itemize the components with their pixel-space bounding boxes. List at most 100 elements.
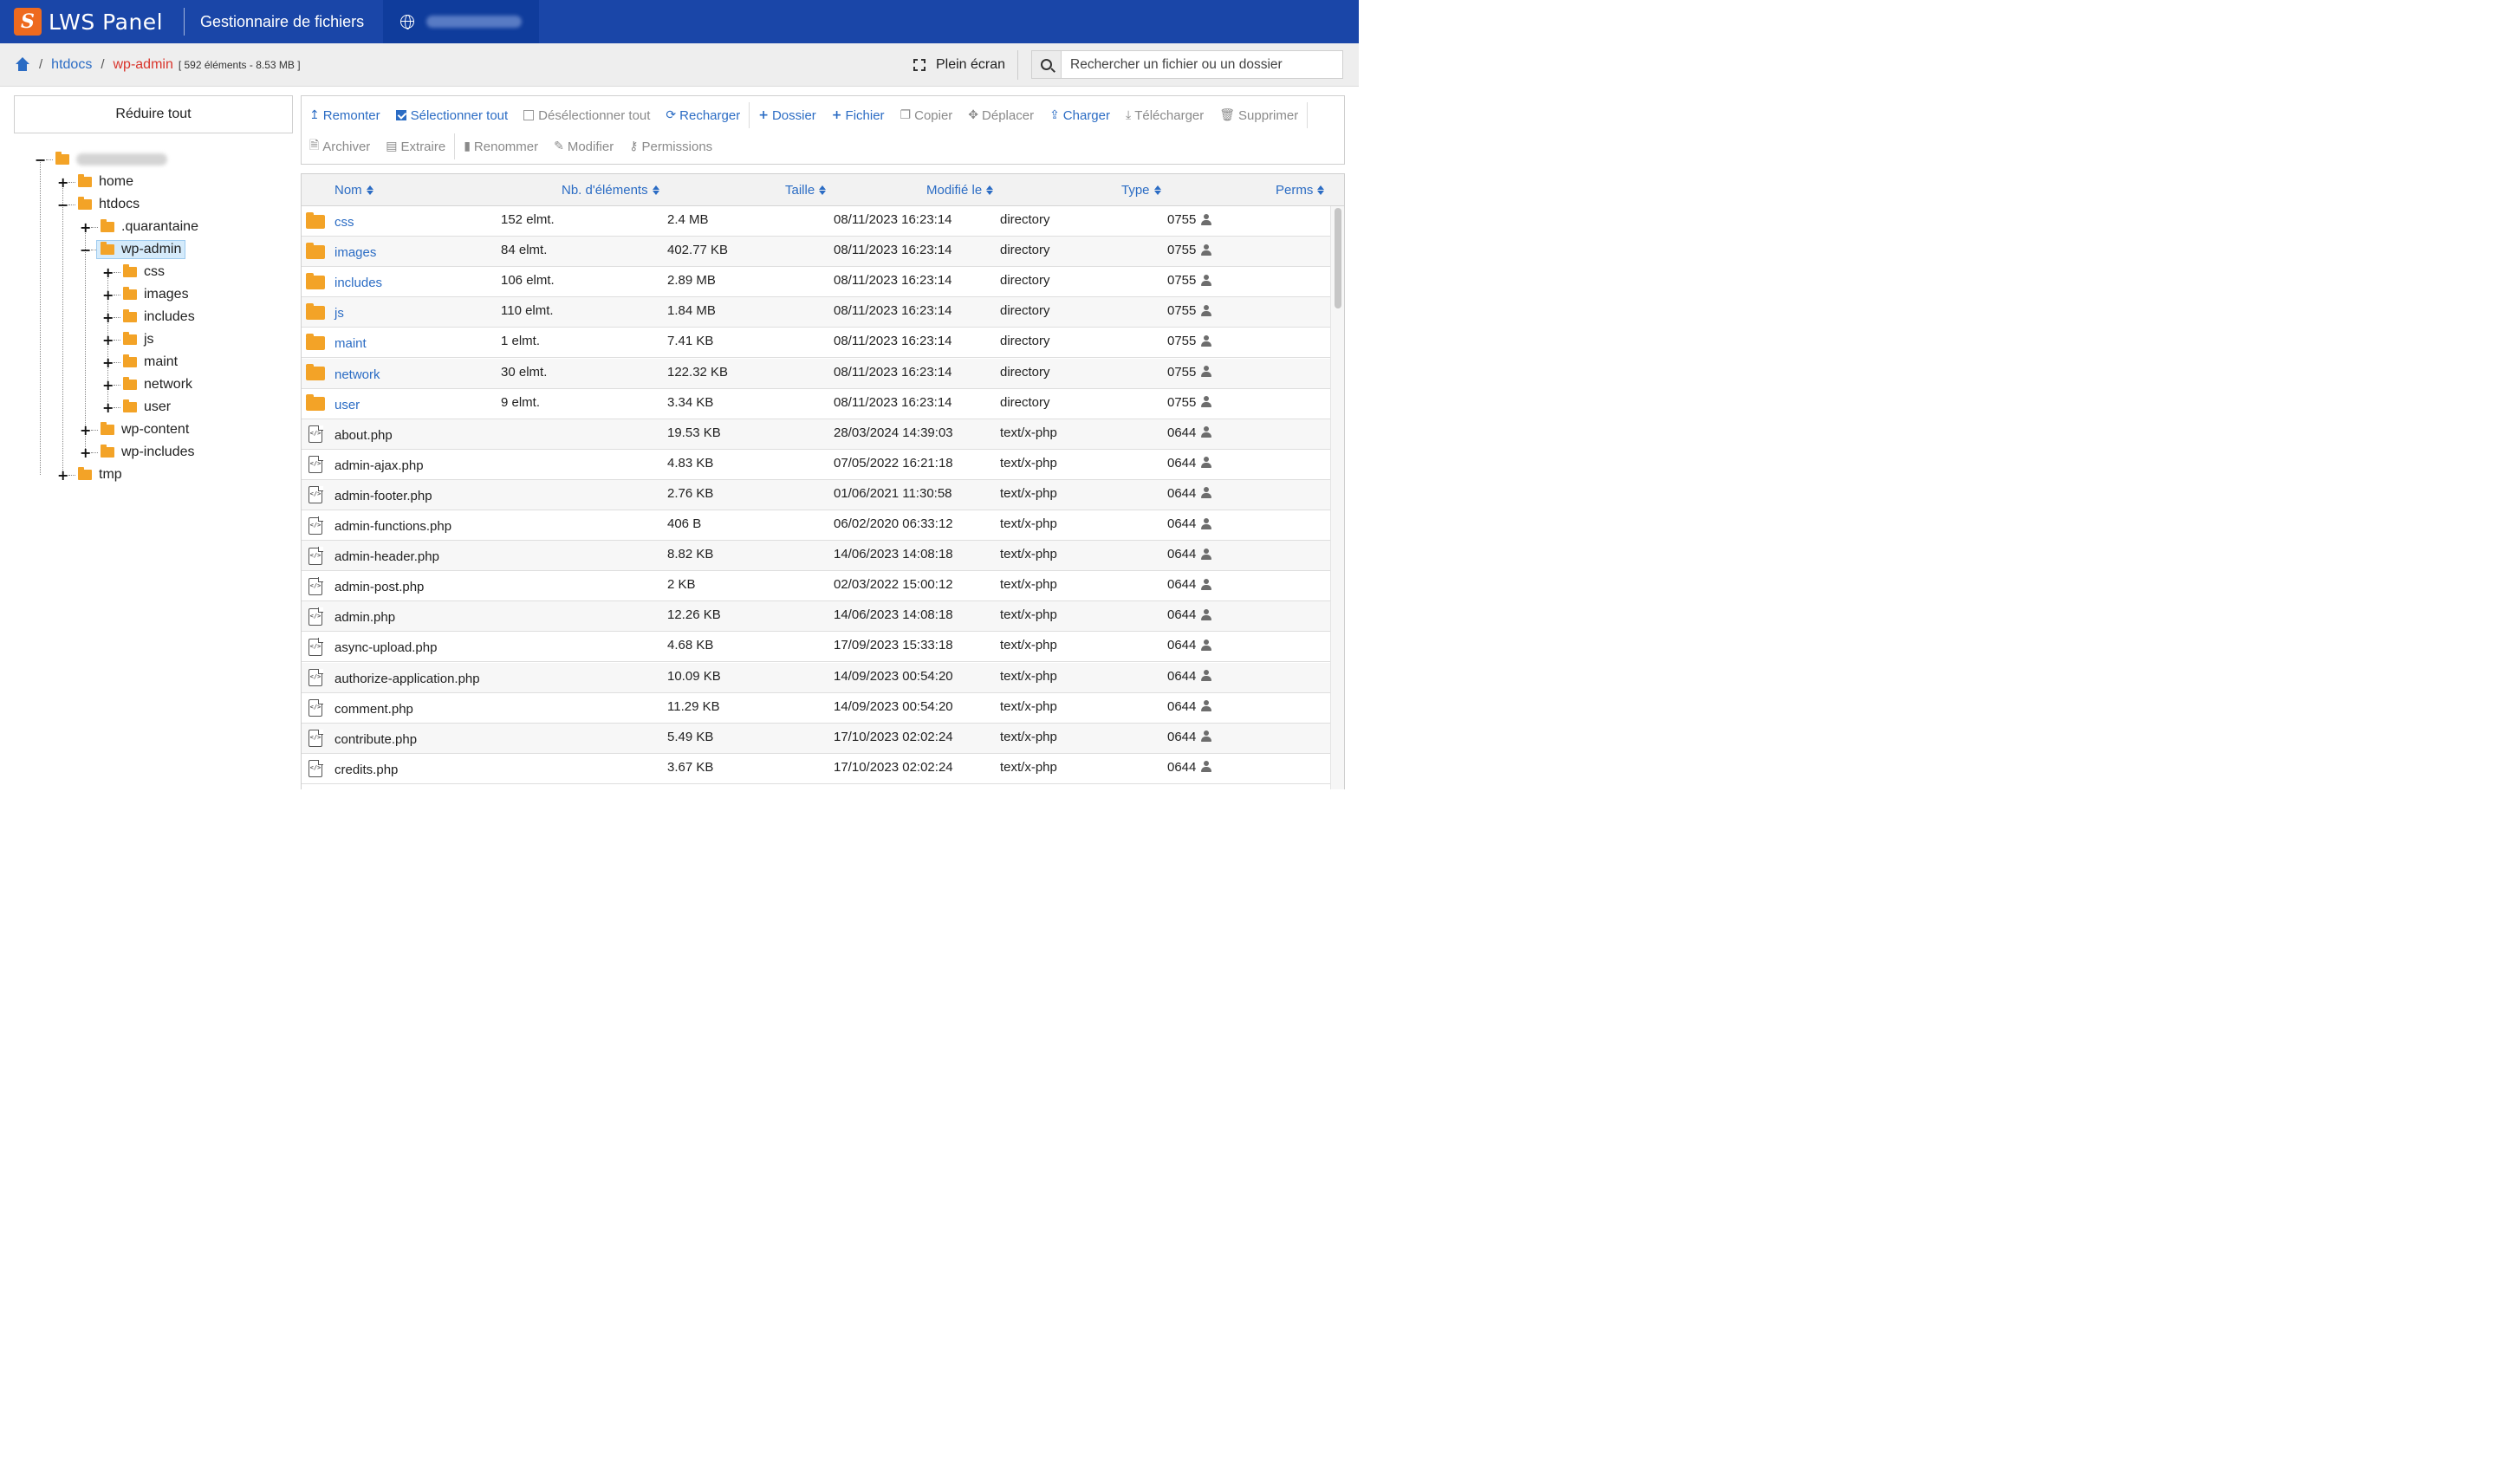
expand-toggle[interactable]: +	[102, 264, 114, 281]
expand-toggle[interactable]: +	[102, 287, 114, 303]
tree-item-wp-includes[interactable]: + wp-includes	[80, 441, 194, 464]
tree-item-includes[interactable]: + includes	[102, 306, 195, 328]
tree-root[interactable]: −	[35, 148, 167, 171]
upload-button[interactable]: ⇪ Charger	[1042, 108, 1118, 123]
expand-toggle[interactable]: +	[102, 399, 114, 416]
table-row[interactable]: css 152 elmt. 2.4 MB 08/11/2023 16:23:14 dir…	[302, 206, 1330, 237]
cell-name[interactable]: async-upload.php	[334, 633, 437, 663]
cell-name[interactable]: network	[334, 360, 380, 390]
table-row[interactable]: authorize-application.php 10.09 KB 14/09/2…	[302, 662, 1330, 694]
expand-toggle[interactable]: +	[102, 309, 114, 326]
table-scrollbar[interactable]	[1330, 206, 1344, 789]
move-button[interactable]: ✥ Déplacer	[960, 108, 1042, 123]
expand-toggle[interactable]: +	[57, 467, 68, 484]
remonter-button[interactable]: ↥ Remonter	[302, 108, 388, 123]
domain-selector[interactable]	[383, 0, 540, 43]
tree-item-tmp[interactable]: + tmp	[57, 464, 122, 486]
expand-toggle[interactable]: +	[102, 354, 114, 371]
tree-item-wp-content[interactable]: + wp-content	[80, 419, 189, 441]
rename-button[interactable]: ▮ Renommer	[456, 140, 546, 154]
cell-name[interactable]: css	[334, 207, 354, 237]
cell-name[interactable]: includes	[334, 268, 382, 298]
tree-item-css[interactable]: + css	[102, 261, 165, 283]
table-row[interactable]: user 9 elmt. 3.34 KB 08/11/2023 16:23:14 dir…	[302, 389, 1330, 419]
cell-name[interactable]: admin-footer.php	[334, 481, 432, 511]
fullscreen-button[interactable]: Plein écran	[913, 43, 1005, 87]
table-row[interactable]: about.php 19.53 KB 28/03/2024 14:39:03 text…	[302, 419, 1330, 450]
column-size[interactable]: Taille	[785, 174, 827, 206]
new-folder-button[interactable]: + Dossier	[750, 108, 824, 123]
deselect-all-button[interactable]: Désélectionner tout	[516, 108, 658, 123]
cell-name[interactable]: about.php	[334, 420, 393, 451]
archive-button[interactable]: 🗎 Archiver	[302, 136, 378, 157]
search-button[interactable]	[1032, 51, 1062, 78]
cell-name[interactable]: credits.php	[334, 755, 398, 785]
column-perms[interactable]: Perms	[1276, 174, 1325, 206]
cell-name[interactable]: contribute.php	[334, 724, 417, 755]
cell-name[interactable]: comment.php	[334, 694, 413, 724]
home-icon[interactable]	[15, 56, 30, 72]
table-row[interactable]: contribute.php 5.49 KB 17/10/2023 02:02:24…	[302, 723, 1330, 755]
column-name[interactable]: Nom	[334, 174, 373, 206]
collapse-all-button[interactable]: Réduire tout	[14, 95, 293, 133]
expand-toggle[interactable]: +	[80, 445, 91, 461]
expand-toggle[interactable]: +	[80, 422, 91, 438]
tree-item-quarantaine[interactable]: + .quarantaine	[80, 216, 198, 238]
table-row[interactable]: admin-functions.php 406 B 06/02/2020 06:33…	[302, 510, 1330, 542]
tree-item-wp-admin[interactable]: − wp-admin	[80, 238, 186, 261]
copy-button[interactable]: ❐ Copier	[893, 108, 961, 123]
cell-name[interactable]: admin-ajax.php	[334, 451, 424, 481]
select-all-button[interactable]: Sélectionner tout	[388, 108, 516, 123]
expand-toggle[interactable]: +	[102, 332, 114, 348]
table-row[interactable]: maint 1 elmt. 7.41 KB 08/11/2023 16:23:14 di…	[302, 328, 1330, 359]
scrollbar-thumb[interactable]	[1335, 208, 1341, 308]
table-row[interactable]: admin.php 12.26 KB 14/06/2023 14:08:18 text…	[302, 601, 1330, 633]
cell-name[interactable]: admin.php	[334, 602, 395, 633]
extract-button[interactable]: ▤ Extraire	[378, 140, 453, 154]
cell-name[interactable]: admin-functions.php	[334, 511, 451, 542]
column-type[interactable]: Type	[1121, 174, 1161, 206]
tree-item-home[interactable]: + home	[57, 171, 133, 193]
cell-name[interactable]: user	[334, 390, 360, 420]
table-row[interactable]: comment.php 11.29 KB 14/09/2023 00:54:20 te…	[302, 693, 1330, 724]
tree-item-maint[interactable]: + maint	[102, 351, 178, 373]
reload-button[interactable]: ⟳ Recharger	[658, 108, 748, 123]
table-row[interactable]: admin-ajax.php 4.83 KB 07/05/2022 16:21:18…	[302, 450, 1330, 480]
breadcrumb-htdocs[interactable]: htdocs	[51, 57, 92, 73]
collapse-toggle[interactable]: −	[57, 197, 68, 213]
cell-name[interactable]: maint	[334, 328, 367, 359]
table-row[interactable]: network 30 elmt. 122.32 KB 08/11/2023 16:23…	[302, 358, 1330, 390]
new-file-button[interactable]: + Fichier	[824, 108, 893, 123]
cell-name[interactable]: authorize-application.php	[334, 664, 480, 694]
expand-toggle[interactable]: +	[80, 219, 91, 236]
search-input[interactable]	[1062, 51, 1342, 78]
download-button[interactable]: ⤓ Télécharger	[1118, 108, 1211, 123]
edit-button[interactable]: ✎ Modifier	[546, 140, 621, 154]
table-row[interactable]: admin-footer.php 2.76 KB 01/06/2021 11:30:…	[302, 479, 1330, 511]
column-count[interactable]: Nb. d'éléments	[562, 174, 659, 206]
column-modified[interactable]: Modifié le	[926, 174, 994, 206]
table-row[interactable]: credits.php 3.67 KB 17/10/2023 02:02:24 tex…	[302, 754, 1330, 784]
cell-name[interactable]: admin-header.php	[334, 542, 439, 572]
cell-name[interactable]: images	[334, 237, 376, 268]
tree-item-js[interactable]: + js	[102, 328, 154, 351]
cell-name[interactable]: admin-post.php	[334, 572, 424, 602]
collapse-toggle[interactable]: −	[35, 152, 46, 168]
table-row[interactable]: images 84 elmt. 402.77 KB 08/11/2023 16:23:…	[302, 237, 1330, 268]
expand-toggle[interactable]: +	[102, 377, 114, 393]
table-row[interactable]: js 110 elmt. 1.84 MB 08/11/2023 16:23:14 dir…	[302, 297, 1330, 328]
expand-toggle[interactable]: +	[57, 174, 68, 191]
tree-item-htdocs[interactable]: − htdocs	[57, 193, 140, 216]
tree-item-network[interactable]: + network	[102, 373, 192, 396]
table-row[interactable]: async-upload.php 4.68 KB 17/09/2023 15:33:…	[302, 632, 1330, 663]
table-row[interactable]: admin-post.php 2 KB 02/03/2022 15:00:12 tex…	[302, 571, 1330, 602]
cell-name[interactable]: js	[334, 298, 344, 328]
tree-item-images[interactable]: + images	[102, 283, 189, 306]
lws-logo[interactable]: S LWS Panel	[0, 0, 184, 43]
collapse-toggle[interactable]: −	[80, 242, 91, 258]
tree-item-user[interactable]: + user	[102, 396, 171, 419]
permissions-button[interactable]: ⚷ Permissions	[621, 140, 720, 154]
table-row[interactable]: includes 106 elmt. 2.89 MB 08/11/2023 16:23…	[302, 267, 1330, 298]
delete-button[interactable]: 🗑 Supprimer	[1211, 108, 1306, 123]
table-row[interactable]: admin-header.php 8.82 KB 14/06/2023 14:08:…	[302, 541, 1330, 572]
